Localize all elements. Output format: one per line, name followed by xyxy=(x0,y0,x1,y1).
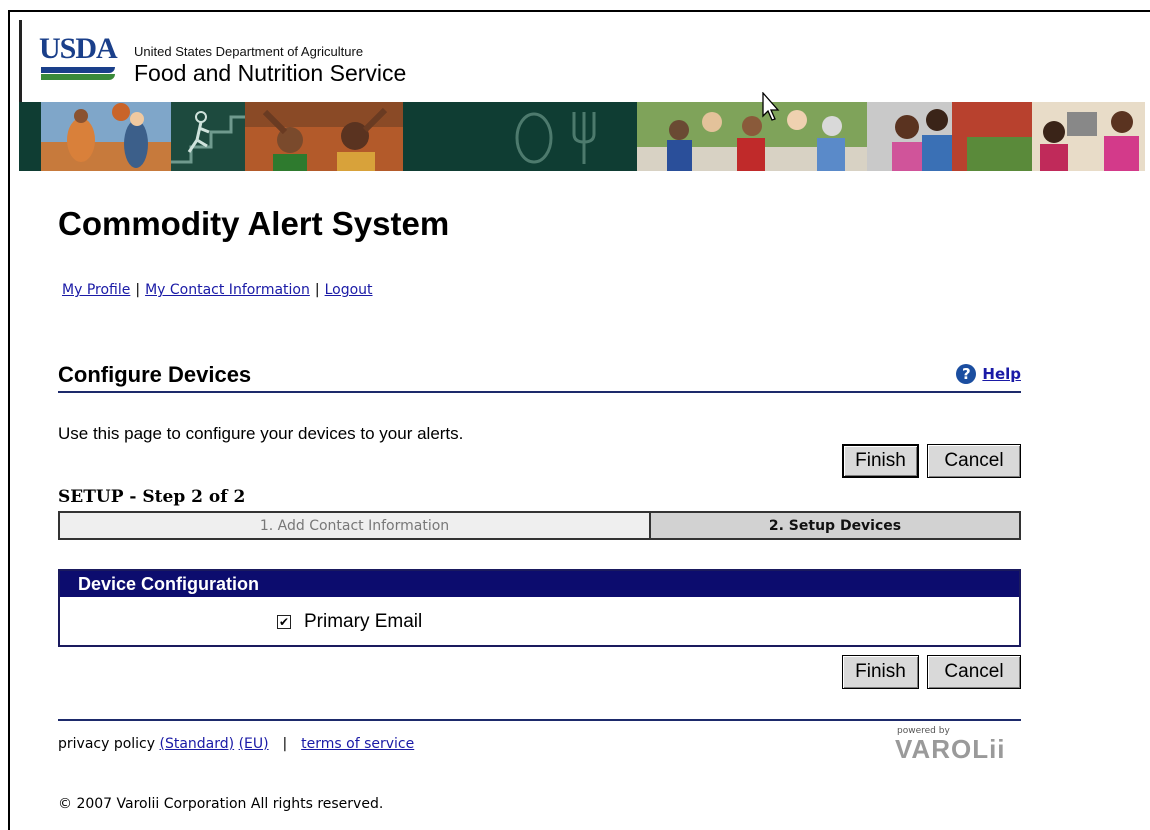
usda-logo-text: USDA xyxy=(39,32,118,65)
help-link[interactable]: Help xyxy=(982,365,1021,383)
computer-class-photo xyxy=(1032,102,1145,171)
primary-email-label: Primary Email xyxy=(304,611,423,632)
logo-stripe-green xyxy=(41,74,115,80)
device-configuration-header: Device Configuration xyxy=(60,571,1019,597)
step-add-contact-information: 1. Add Contact Information xyxy=(60,513,651,538)
setup-step-label: SETUP - Step 2 of 2 xyxy=(58,487,246,507)
my-contact-information-link[interactable]: My Contact Information xyxy=(145,282,310,298)
instructions-text: Use this page to configure your devices … xyxy=(58,424,464,443)
configure-devices-header: Configure Devices ? Help xyxy=(58,360,1021,393)
service-name: Food and Nutrition Service xyxy=(134,60,407,86)
my-profile-link[interactable]: My Profile xyxy=(62,282,130,298)
usda-logo[interactable]: USDA xyxy=(39,34,119,90)
setup-steps-bar: 1. Add Contact Information 2. Setup Devi… xyxy=(58,511,1021,540)
department-name: United States Department of Agriculture xyxy=(134,44,364,59)
device-item-primary-email: ✔ Primary Email xyxy=(277,611,422,633)
device-configuration-panel: Device Configuration ✔ Primary Email xyxy=(58,569,1021,647)
cancel-button-top[interactable]: Cancel xyxy=(927,444,1021,478)
nav-separator: | xyxy=(135,282,141,298)
family-dinner-photo xyxy=(637,102,867,171)
stairs-icon xyxy=(171,102,251,171)
page-title: Commodity Alert System xyxy=(58,205,450,242)
primary-email-checkbox[interactable]: ✔ xyxy=(277,615,291,629)
logout-link[interactable]: Logout xyxy=(325,282,373,298)
nav-separator: | xyxy=(314,282,320,298)
fork-spoon-icon xyxy=(515,112,596,164)
help-link-group[interactable]: ? Help xyxy=(956,364,1021,384)
section-title: Configure Devices xyxy=(58,362,252,387)
copyright-text: © 2007 Varolii Corporation All rights re… xyxy=(58,796,384,812)
footer-links: privacy policy (Standard) (EU) | terms o… xyxy=(58,736,414,752)
basketball-photo xyxy=(41,102,171,171)
footer-separator: | xyxy=(278,736,292,752)
mouse-cursor-icon xyxy=(762,92,780,121)
privacy-standard-link[interactable]: (Standard) xyxy=(160,736,235,752)
varolii-logo: powered by VAROLii xyxy=(895,726,1023,766)
header-banner: USDA United States Department of Agricul… xyxy=(19,20,1145,102)
terms-of-service-link[interactable]: terms of service xyxy=(301,736,414,752)
step-setup-devices: 2. Setup Devices xyxy=(651,513,1019,538)
logo-stripe-blue xyxy=(41,67,115,73)
finish-button-top[interactable]: Finish xyxy=(842,444,919,478)
cancel-button-bottom[interactable]: Cancel xyxy=(927,655,1021,689)
kids-cheering-photo xyxy=(245,102,403,171)
privacy-policy-label: privacy policy xyxy=(58,736,156,752)
photo-strip xyxy=(19,102,1145,171)
help-icon[interactable]: ? xyxy=(956,364,977,384)
privacy-eu-link[interactable]: (EU) xyxy=(239,736,269,752)
finish-button-bottom[interactable]: Finish xyxy=(842,655,919,689)
kids-fruit-photo xyxy=(867,102,1032,171)
site-header: USDA United States Department of Agricul… xyxy=(19,20,1145,171)
account-nav: My Profile | My Contact Information | Logout xyxy=(62,282,373,298)
varolii-brand: VAROLii xyxy=(895,734,1006,764)
agency-name: United States Department of Agriculture … xyxy=(134,44,406,86)
footer-divider xyxy=(58,719,1021,721)
